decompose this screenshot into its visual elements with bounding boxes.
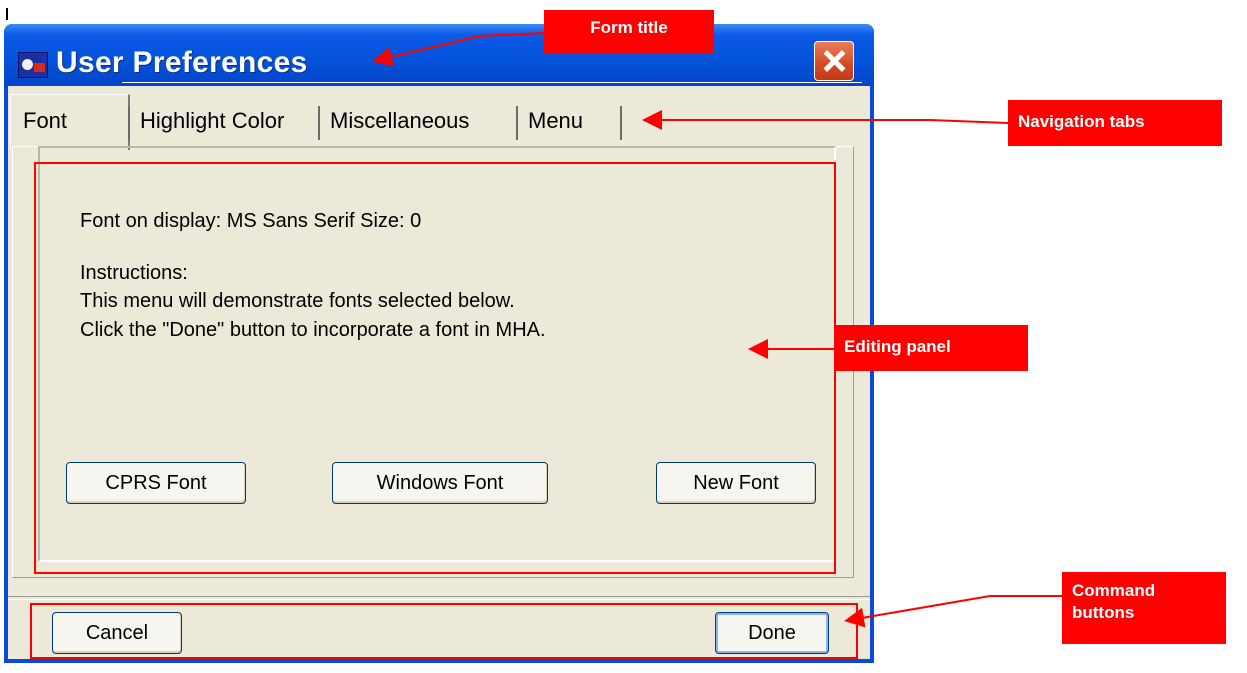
- arrow-form-title: [372, 32, 545, 67]
- arrow-command-buttons: [844, 595, 1062, 628]
- annotation-arrows: [372, 32, 1062, 628]
- arrow-navigation-tabs: [642, 110, 1009, 130]
